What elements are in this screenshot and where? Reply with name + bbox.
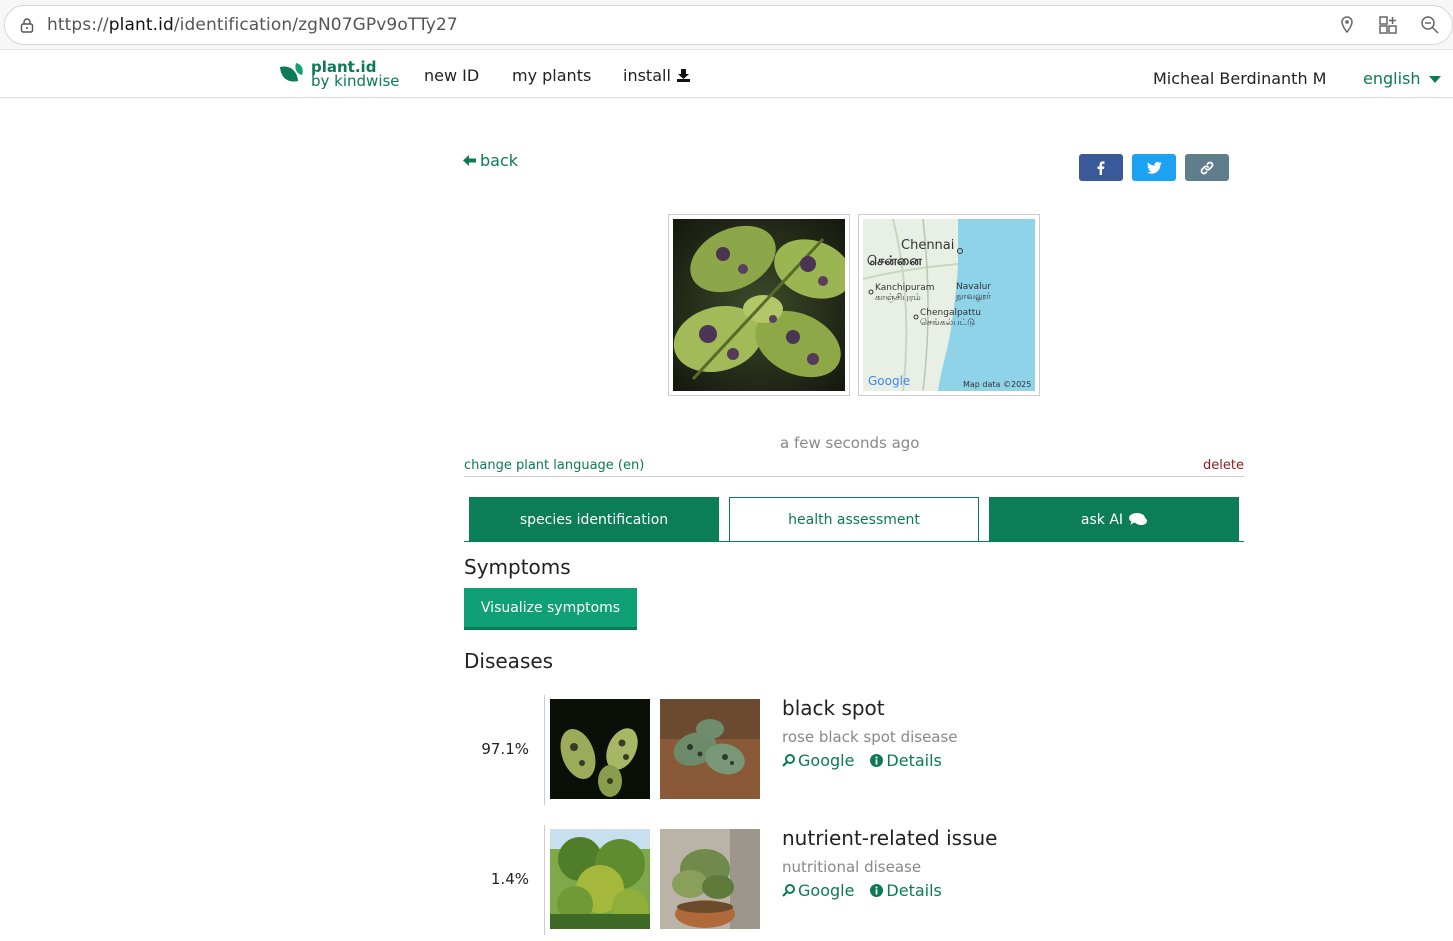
disease-subtitle: rose black spot disease bbox=[782, 728, 958, 746]
details-link-label: Details bbox=[886, 751, 942, 770]
map-label-kanchipuram-tamil: காஞ்சிபுரம் bbox=[875, 293, 921, 303]
delete-link[interactable]: delete bbox=[1203, 458, 1244, 473]
details-link[interactable]: Details bbox=[870, 881, 942, 900]
map-attribution: Map data ©2025 bbox=[963, 380, 1031, 389]
disease-name: nutrient-related issue bbox=[782, 826, 998, 850]
nav-my-plants[interactable]: my plants bbox=[512, 66, 591, 85]
search-icon bbox=[782, 884, 795, 897]
copy-link-button[interactable] bbox=[1185, 154, 1229, 181]
back-label: back bbox=[480, 151, 519, 170]
disease-probability: 1.4% bbox=[490, 870, 529, 888]
google-link-label: Google bbox=[798, 881, 855, 900]
row-divider bbox=[544, 695, 545, 805]
disease-image[interactable] bbox=[550, 699, 650, 799]
disease-subtitle: nutritional disease bbox=[782, 858, 922, 876]
disease-image[interactable] bbox=[550, 829, 650, 929]
black-spot-image-1 bbox=[550, 699, 650, 799]
link-icon bbox=[1200, 161, 1214, 174]
logo[interactable]: plant.id by kindwise bbox=[277, 58, 400, 90]
divider bbox=[464, 476, 1244, 477]
black-spot-image-2 bbox=[660, 699, 760, 799]
arrow-left-icon bbox=[463, 155, 476, 166]
tab-health-assessment[interactable]: health assessment bbox=[729, 497, 979, 542]
nav-new-id[interactable]: new ID bbox=[424, 66, 479, 85]
row-divider bbox=[544, 825, 545, 935]
url-text[interactable]: https://plant.id/identification/zgN07GPv… bbox=[47, 15, 458, 35]
user-name[interactable]: Micheal Berdinanth M bbox=[1153, 69, 1326, 88]
map-label-chengalpattu: Chengalpattu bbox=[920, 308, 981, 318]
lock-icon bbox=[20, 18, 34, 33]
leaf-logo-icon bbox=[280, 63, 303, 82]
details-link-label: Details bbox=[886, 881, 942, 900]
map-label-navalur: Navalur bbox=[956, 282, 991, 292]
map-label-navalur-tamil: நாவலூர் bbox=[956, 292, 991, 302]
google-link-label: Google bbox=[798, 751, 855, 770]
info-icon bbox=[870, 754, 884, 767]
zoom-icon[interactable] bbox=[1420, 15, 1440, 35]
change-language-link[interactable]: change plant language (en) bbox=[464, 458, 644, 473]
twitter-share-button[interactable] bbox=[1132, 154, 1176, 181]
facebook-share-button[interactable] bbox=[1079, 154, 1123, 181]
disease-probability: 97.1% bbox=[481, 740, 529, 758]
google-link[interactable]: Google bbox=[782, 881, 854, 900]
language-select[interactable]: english bbox=[1363, 69, 1421, 88]
nav-install-label: install bbox=[623, 66, 671, 85]
twitter-icon bbox=[1146, 161, 1162, 174]
map-google-logo: Google bbox=[868, 374, 910, 388]
location-icon[interactable] bbox=[1338, 15, 1356, 35]
search-icon bbox=[782, 754, 795, 767]
disease-name: black spot bbox=[782, 696, 885, 720]
map-label-chengalpattu-tamil: செங்கல்பட்டு bbox=[920, 318, 975, 328]
tab-species-identification[interactable]: species identification bbox=[469, 497, 719, 542]
apps-icon[interactable] bbox=[1378, 15, 1398, 35]
nutrient-issue-image-2 bbox=[660, 829, 760, 929]
tabs-underline bbox=[464, 541, 1244, 542]
info-icon bbox=[870, 884, 884, 897]
chevron-down-icon[interactable] bbox=[1429, 76, 1441, 83]
location-map: Chennai சென்னை Kanchipuram காஞ்சிபுரம் N… bbox=[863, 219, 1035, 391]
address-bar[interactable]: https://plant.id/identification/zgN07GPv… bbox=[4, 5, 1453, 45]
site-header: plant.id by kindwise new ID my plants in… bbox=[0, 50, 1453, 98]
tab-ask-ai-label: ask AI bbox=[1080, 511, 1124, 528]
google-link[interactable]: Google bbox=[782, 751, 854, 770]
map-label-chennai: Chennai bbox=[901, 238, 954, 253]
browser-toolbar: https://plant.id/identification/zgN07GPv… bbox=[0, 0, 1453, 50]
logo-subtitle: by kindwise bbox=[311, 72, 400, 90]
nutrient-issue-image-1 bbox=[550, 829, 650, 929]
back-link[interactable]: back bbox=[463, 151, 518, 170]
chat-bubble-icon bbox=[1129, 513, 1148, 525]
download-icon bbox=[676, 69, 690, 82]
visualize-symptoms-button[interactable]: Visualize symptoms bbox=[464, 588, 637, 630]
map-label-kanchipuram: Kanchipuram bbox=[875, 283, 935, 293]
facebook-icon bbox=[1097, 160, 1105, 175]
diseases-heading: Diseases bbox=[464, 649, 554, 673]
tab-ask-ai[interactable]: ask AI bbox=[989, 497, 1239, 542]
symptoms-heading: Symptoms bbox=[464, 555, 571, 579]
nav-install[interactable]: install bbox=[623, 66, 690, 85]
disease-row[interactable]: 97.1% black spot rose black spot disease… bbox=[464, 695, 1244, 805]
plant-photo-thumbnail[interactable] bbox=[668, 214, 850, 396]
map-label-chennai-tamil: சென்னை bbox=[867, 254, 922, 269]
disease-image[interactable] bbox=[660, 699, 760, 799]
plant-photo bbox=[673, 219, 845, 391]
disease-row[interactable]: 1.4% nutrient-related issue nutritional … bbox=[464, 825, 1244, 935]
details-link[interactable]: Details bbox=[870, 751, 942, 770]
timestamp: a few seconds ago bbox=[780, 434, 920, 452]
disease-image[interactable] bbox=[660, 829, 760, 929]
location-map-thumbnail[interactable]: Chennai சென்னை Kanchipuram காஞ்சிபுரம் N… bbox=[858, 214, 1040, 396]
